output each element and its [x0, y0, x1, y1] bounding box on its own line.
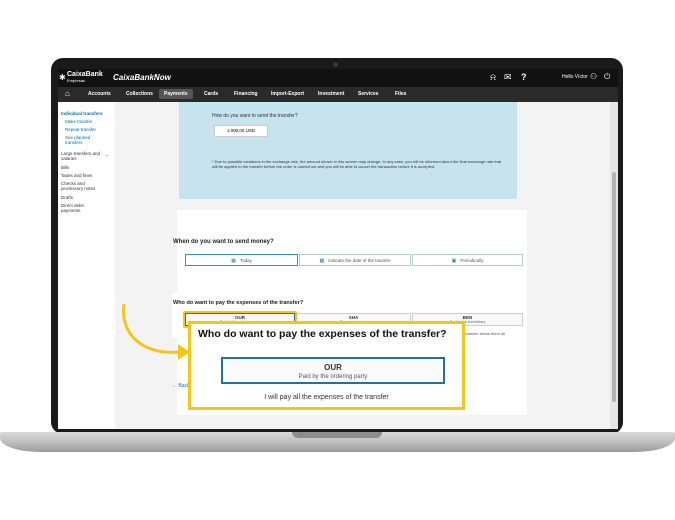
zoom-option-our[interactable]: OUR Paid by the ordering party [221, 357, 445, 384]
help-icon[interactable]: ? [521, 72, 527, 82]
option-today-label: Today [239, 258, 252, 263]
caixabank-logo[interactable]: CaixaBank Empresas [67, 71, 103, 84]
sidebar: Individual transfers Make transfer Repea… [58, 102, 115, 429]
send-question: How do you want to send the transfer? [212, 113, 298, 119]
user-icon[interactable]: ⚇ [590, 72, 597, 81]
home-icon[interactable]: ⌂ [65, 89, 70, 98]
nav-import-export[interactable]: Import-Export [271, 91, 304, 97]
logo-subtitle: Empresas [67, 78, 86, 83]
logo-name: CaixaBank [67, 71, 103, 78]
option-periodically[interactable]: ▣ Periodically [412, 254, 523, 266]
top-header: ✱ CaixaBank Empresas CaixaBankNow ⍾ ✉ ? … [58, 69, 618, 87]
chevron-down-icon[interactable]: ⌄ [105, 152, 109, 157]
callout-arrow-icon [122, 303, 190, 360]
user-greeting: Hello Víctor [562, 74, 588, 80]
calendar-icon: ▦ [231, 258, 236, 264]
main-nav: ⌂ Accounts Collections Payments Cards Fi… [58, 87, 618, 102]
sidebar-item-checks[interactable]: Checks and promissory notes [61, 181, 103, 191]
scrollbar[interactable] [610, 102, 618, 429]
zoom-option-code: OUR [324, 363, 342, 372]
sidebar-item-large-transfers[interactable]: Large transfers and salaries [61, 151, 103, 161]
option-today[interactable]: ▦ Today [185, 254, 298, 266]
sidebar-item-direct-debit[interactable]: Direct debit payments [61, 203, 93, 213]
nav-collections[interactable]: Collections [126, 91, 153, 97]
calendar-icon: ▦ [319, 258, 325, 264]
nav-services[interactable]: Services [358, 91, 379, 97]
nav-files[interactable]: Files [395, 91, 406, 97]
send-when-title: When do you want to send money? [173, 239, 274, 245]
zoom-option-sub: Paid by the ordering party [298, 374, 368, 380]
sidebar-item-make-transfer[interactable]: Make transfer [65, 119, 111, 124]
brand-name: CaixaBankNow [113, 73, 171, 82]
bell-icon[interactable]: ⍾ [490, 72, 496, 83]
power-icon[interactable]: ⏻ [604, 72, 610, 82]
nav-financing[interactable]: Financing [234, 91, 258, 97]
amount-panel: How do you want to send the transfer? 1.… [179, 102, 517, 199]
sidebar-item-drafts[interactable]: Drafts [61, 195, 73, 200]
nav-accounts[interactable]: Accounts [88, 91, 111, 97]
back-link[interactable]: ← Back [172, 383, 190, 389]
laptop-notch [292, 432, 382, 438]
sidebar-item-see-planned[interactable]: See planned transfers [65, 135, 95, 145]
zoom-callout: Who do want to pay the expenses of the t… [188, 321, 465, 410]
nav-cards[interactable]: Cards [204, 91, 218, 97]
sidebar-item-taxes[interactable]: Taxes and fines [61, 173, 92, 178]
option-periodically-label: Periodically [460, 258, 484, 263]
webcam [333, 62, 338, 67]
sidebar-item-bills[interactable]: Bills [61, 165, 69, 170]
option-date[interactable]: ▦ Indicate the date of the transfer [299, 254, 411, 266]
nav-payments[interactable]: Payments [159, 89, 193, 99]
amount-field[interactable]: 1.000,00 USD [214, 125, 268, 137]
zoom-description: I will pay all the expenses of the trans… [264, 394, 389, 401]
mail-icon[interactable]: ✉ [504, 72, 512, 83]
stage: ✱ CaixaBank Empresas CaixaBankNow ⍾ ✉ ? … [0, 0, 675, 520]
nav-investment[interactable]: Investment [318, 91, 344, 97]
repeat-calendar-icon: ▣ [451, 258, 457, 264]
option-date-label: Indicate the date of the transfer [328, 258, 391, 263]
zoom-title: Who do want to pay the expenses of the t… [198, 328, 447, 340]
sidebar-item-individual-transfers[interactable]: Individual transfers [61, 111, 111, 116]
caixabank-star-logo-icon: ✱ [59, 73, 66, 82]
exchange-note: * Due to possible variations in the exch… [212, 159, 502, 169]
scrollbar-thumb[interactable] [612, 172, 616, 402]
sidebar-item-repeat-transfer[interactable]: Repeat transfer [65, 127, 111, 132]
